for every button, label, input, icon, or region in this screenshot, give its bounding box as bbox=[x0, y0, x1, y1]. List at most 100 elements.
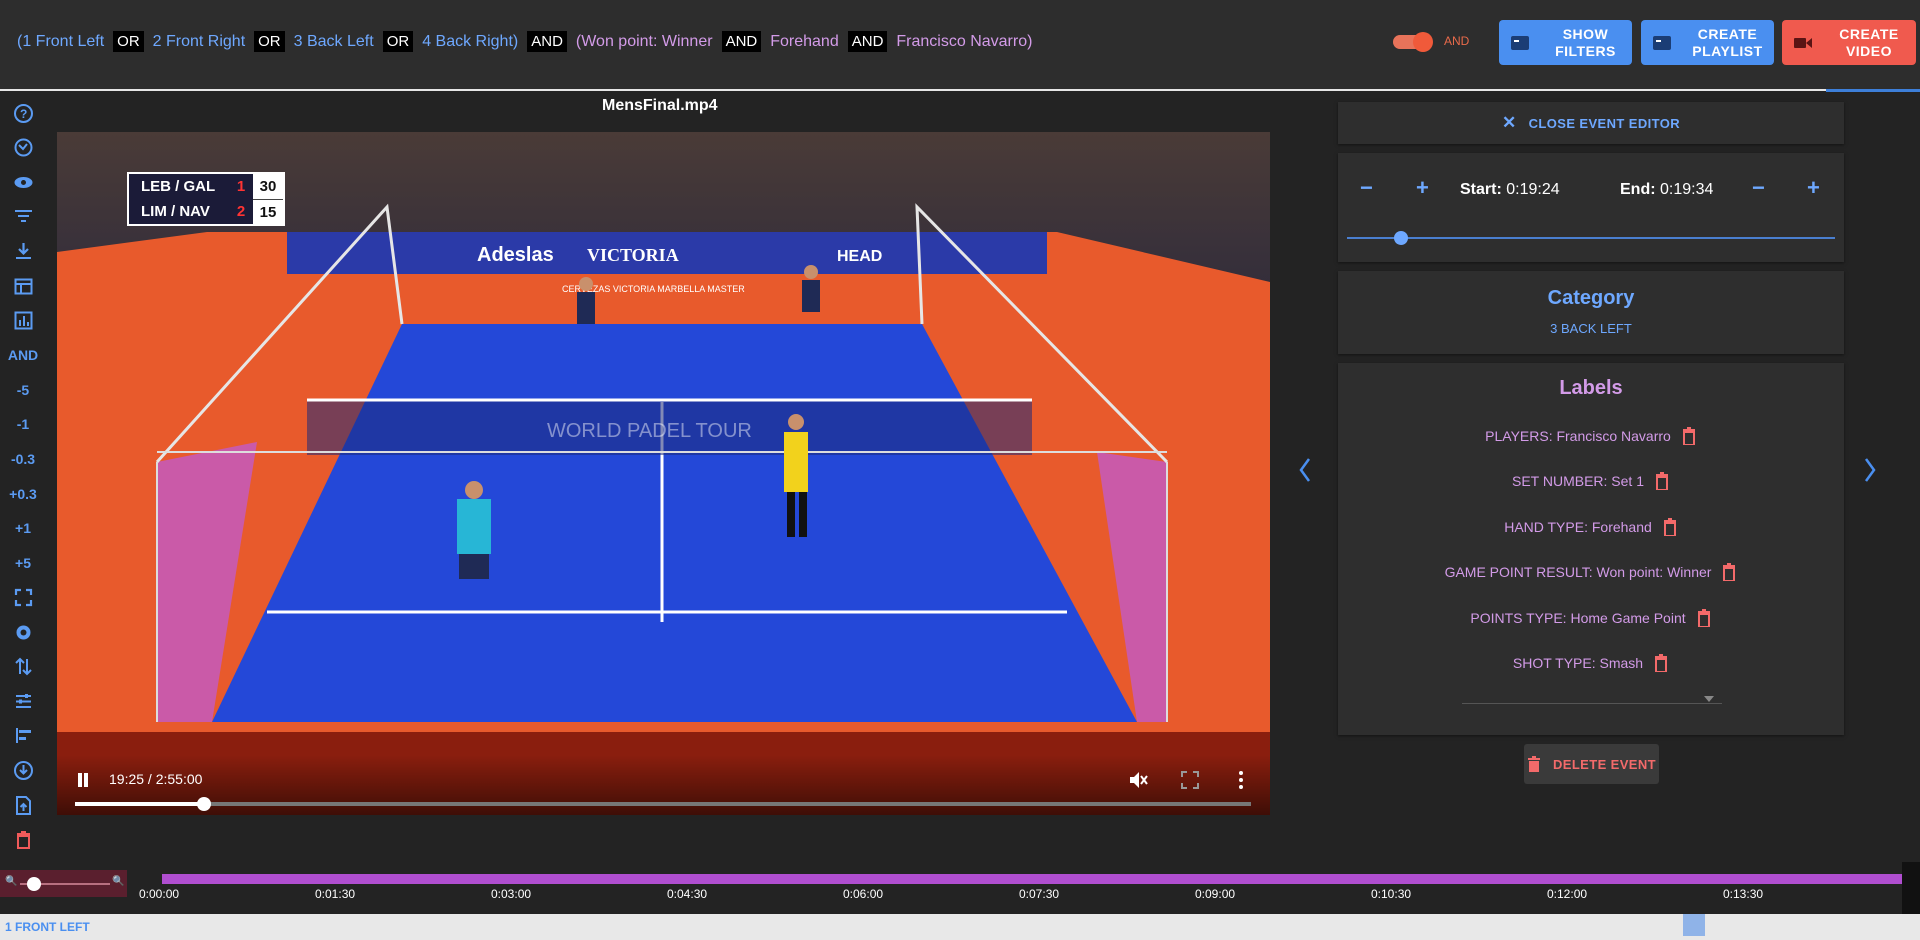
download-icon[interactable] bbox=[0, 238, 46, 264]
timeline-event-bar[interactable] bbox=[162, 874, 1902, 884]
trash-icon bbox=[1527, 756, 1540, 772]
timeline-tick: 0:04:30 bbox=[667, 887, 708, 901]
show-filters-label: SHOW FILTERS bbox=[1555, 25, 1616, 59]
chevron-down-icon[interactable] bbox=[1704, 696, 1714, 702]
zoom-out-icon[interactable]: 🔍 bbox=[5, 876, 17, 887]
video-frame: Adeslas VICTORIA HEAD CERVEZAS VICTORIA … bbox=[57, 132, 1270, 815]
add-label-select[interactable] bbox=[1462, 703, 1722, 704]
seek-thumb[interactable] bbox=[197, 797, 212, 811]
label-text: HAND TYPE: Forehand bbox=[1504, 518, 1652, 535]
download-circle-icon-glyph bbox=[13, 760, 33, 780]
playlist-icon bbox=[1653, 35, 1671, 50]
timeline-tick: 0:01:30 bbox=[315, 887, 356, 901]
banner-adeslas: Adeslas bbox=[477, 244, 554, 266]
upload-file-icon-glyph bbox=[15, 795, 31, 815]
skip-minus-0-3[interactable]: -0.3 bbox=[0, 446, 46, 472]
skip-plus-1[interactable]: +1 bbox=[0, 515, 46, 541]
fullscreen-icon-glyph bbox=[14, 588, 32, 606]
trash-icon[interactable] bbox=[1681, 427, 1697, 445]
show-filters-button[interactable]: SHOW FILTERS bbox=[1499, 20, 1632, 65]
trash-icon[interactable] bbox=[1721, 563, 1737, 582]
label-item: POINTS TYPE: Home Game Point bbox=[1338, 608, 1844, 627]
category-panel: Category 3 BACK LEFT bbox=[1338, 271, 1844, 354]
close-event-editor-button[interactable]: ✕ CLOSE EVENT EDITOR bbox=[1338, 102, 1844, 144]
skip-minus-1[interactable]: -1 bbox=[0, 411, 46, 437]
sync-icon[interactable] bbox=[0, 135, 46, 161]
create-video-button[interactable]: CREATE VIDEO bbox=[1782, 20, 1916, 65]
timeline-track[interactable]: 1 FRONT LEFT bbox=[0, 914, 1920, 940]
mute-icon[interactable] bbox=[1127, 769, 1149, 791]
create-playlist-button[interactable]: CREATE PLAYLIST bbox=[1641, 20, 1774, 65]
table-icon[interactable] bbox=[0, 273, 46, 299]
download-icon-glyph bbox=[15, 242, 31, 259]
label-text: GAME POINT RESULT: Won point: Winner bbox=[1444, 564, 1712, 581]
points-score: 30 bbox=[253, 174, 283, 199]
skip-minus-5[interactable]: -5 bbox=[0, 377, 46, 403]
trash-icon[interactable] bbox=[1653, 654, 1669, 672]
swap-icon[interactable] bbox=[0, 654, 46, 680]
and-or-toggle[interactable] bbox=[1393, 32, 1433, 52]
zoom-in-icon[interactable]: 🔍 bbox=[112, 876, 124, 887]
filter-operator: OR bbox=[382, 31, 414, 52]
video-player[interactable]: Adeslas VICTORIA HEAD CERVEZAS VICTORIA … bbox=[57, 132, 1270, 815]
timeline-tick: 0:09:00 bbox=[1195, 887, 1236, 901]
more-vert-icon[interactable] bbox=[1237, 769, 1245, 791]
category-value[interactable]: 3 BACK LEFT bbox=[1338, 321, 1844, 336]
help-icon[interactable]: ? bbox=[0, 100, 46, 126]
trash-icon[interactable] bbox=[0, 827, 46, 853]
sync-icon-glyph bbox=[14, 138, 32, 157]
upload-file-icon[interactable] bbox=[0, 792, 46, 818]
timeline-event-marker[interactable] bbox=[1683, 914, 1705, 936]
trash-icon[interactable] bbox=[1696, 608, 1712, 627]
timeline-tick: 0:03:00 bbox=[491, 887, 532, 901]
label-text: SET NUMBER: Set 1 bbox=[1511, 473, 1644, 490]
delete-event-button[interactable]: DELETE EVENT bbox=[1524, 744, 1659, 784]
skip-plus-0-3[interactable]: +0.3 bbox=[0, 481, 46, 507]
start-decrement-button[interactable]: − bbox=[1360, 175, 1373, 201]
timeline-zoom: 🔍 🔍 bbox=[0, 870, 127, 897]
labels-title: Labels bbox=[1559, 377, 1623, 399]
timeline-tick: 0:12:00 bbox=[1547, 887, 1588, 901]
pause-icon[interactable] bbox=[77, 773, 91, 789]
label-item: SET NUMBER: Set 1 bbox=[1338, 472, 1844, 491]
fullscreen-icon[interactable] bbox=[0, 584, 46, 610]
timeline-tick: 0:13:30 bbox=[1723, 887, 1764, 901]
tune-icon[interactable] bbox=[0, 688, 46, 714]
fullscreen-icon[interactable] bbox=[1179, 769, 1201, 791]
team-name: LIM / NAV bbox=[141, 203, 210, 220]
previous-event-icon[interactable] bbox=[1296, 456, 1314, 484]
settings-icon-glyph bbox=[16, 625, 30, 639]
event-range-thumb[interactable] bbox=[1393, 231, 1408, 245]
align-left-icon[interactable] bbox=[0, 723, 46, 749]
filter-term: Francisco Navarro) bbox=[896, 32, 1033, 50]
trash-icon[interactable] bbox=[1654, 472, 1670, 491]
trash-icon[interactable] bbox=[1662, 517, 1678, 536]
event-range-slider[interactable] bbox=[1347, 237, 1835, 239]
filter-icon[interactable] bbox=[0, 204, 46, 230]
scoreboard: LEB / GAL 1 30 LIM / NAV 2 15 bbox=[127, 172, 285, 226]
start-increment-button[interactable]: + bbox=[1416, 175, 1429, 201]
banner-victoria: VICTORIA bbox=[587, 245, 679, 265]
filter-term: (Won point: Winner bbox=[575, 32, 713, 50]
next-event-icon[interactable] bbox=[1861, 456, 1879, 484]
and-toggle[interactable]: AND bbox=[0, 342, 46, 368]
seek-bar[interactable] bbox=[75, 797, 1251, 811]
zoom-thumb[interactable] bbox=[26, 877, 41, 891]
align-left-icon-glyph bbox=[15, 728, 31, 744]
toggle-knob bbox=[1413, 32, 1433, 52]
skip-plus-5[interactable]: +5 bbox=[0, 550, 46, 576]
banner-head: HEAD bbox=[837, 248, 882, 265]
category-title: Category bbox=[1547, 287, 1635, 309]
scoreboard-row: LIM / NAV 2 15 bbox=[129, 198, 283, 225]
eye-icon[interactable] bbox=[0, 169, 46, 195]
download-circle-icon[interactable] bbox=[0, 757, 46, 783]
points-score: 15 bbox=[253, 198, 283, 225]
filter-bar: (1 Front Left OR 2 Front Right OR 3 Back Lef… bbox=[0, 0, 1920, 91]
settings-icon[interactable] bbox=[0, 619, 46, 645]
filter-term: 4 Back Right) bbox=[422, 32, 519, 50]
end-decrement-button[interactable]: − bbox=[1752, 175, 1765, 201]
chart-icon[interactable] bbox=[0, 308, 46, 334]
end-increment-button[interactable]: + bbox=[1807, 175, 1820, 201]
filter-term: Forehand bbox=[770, 32, 839, 50]
filter-term: 3 Back Left bbox=[293, 32, 374, 50]
